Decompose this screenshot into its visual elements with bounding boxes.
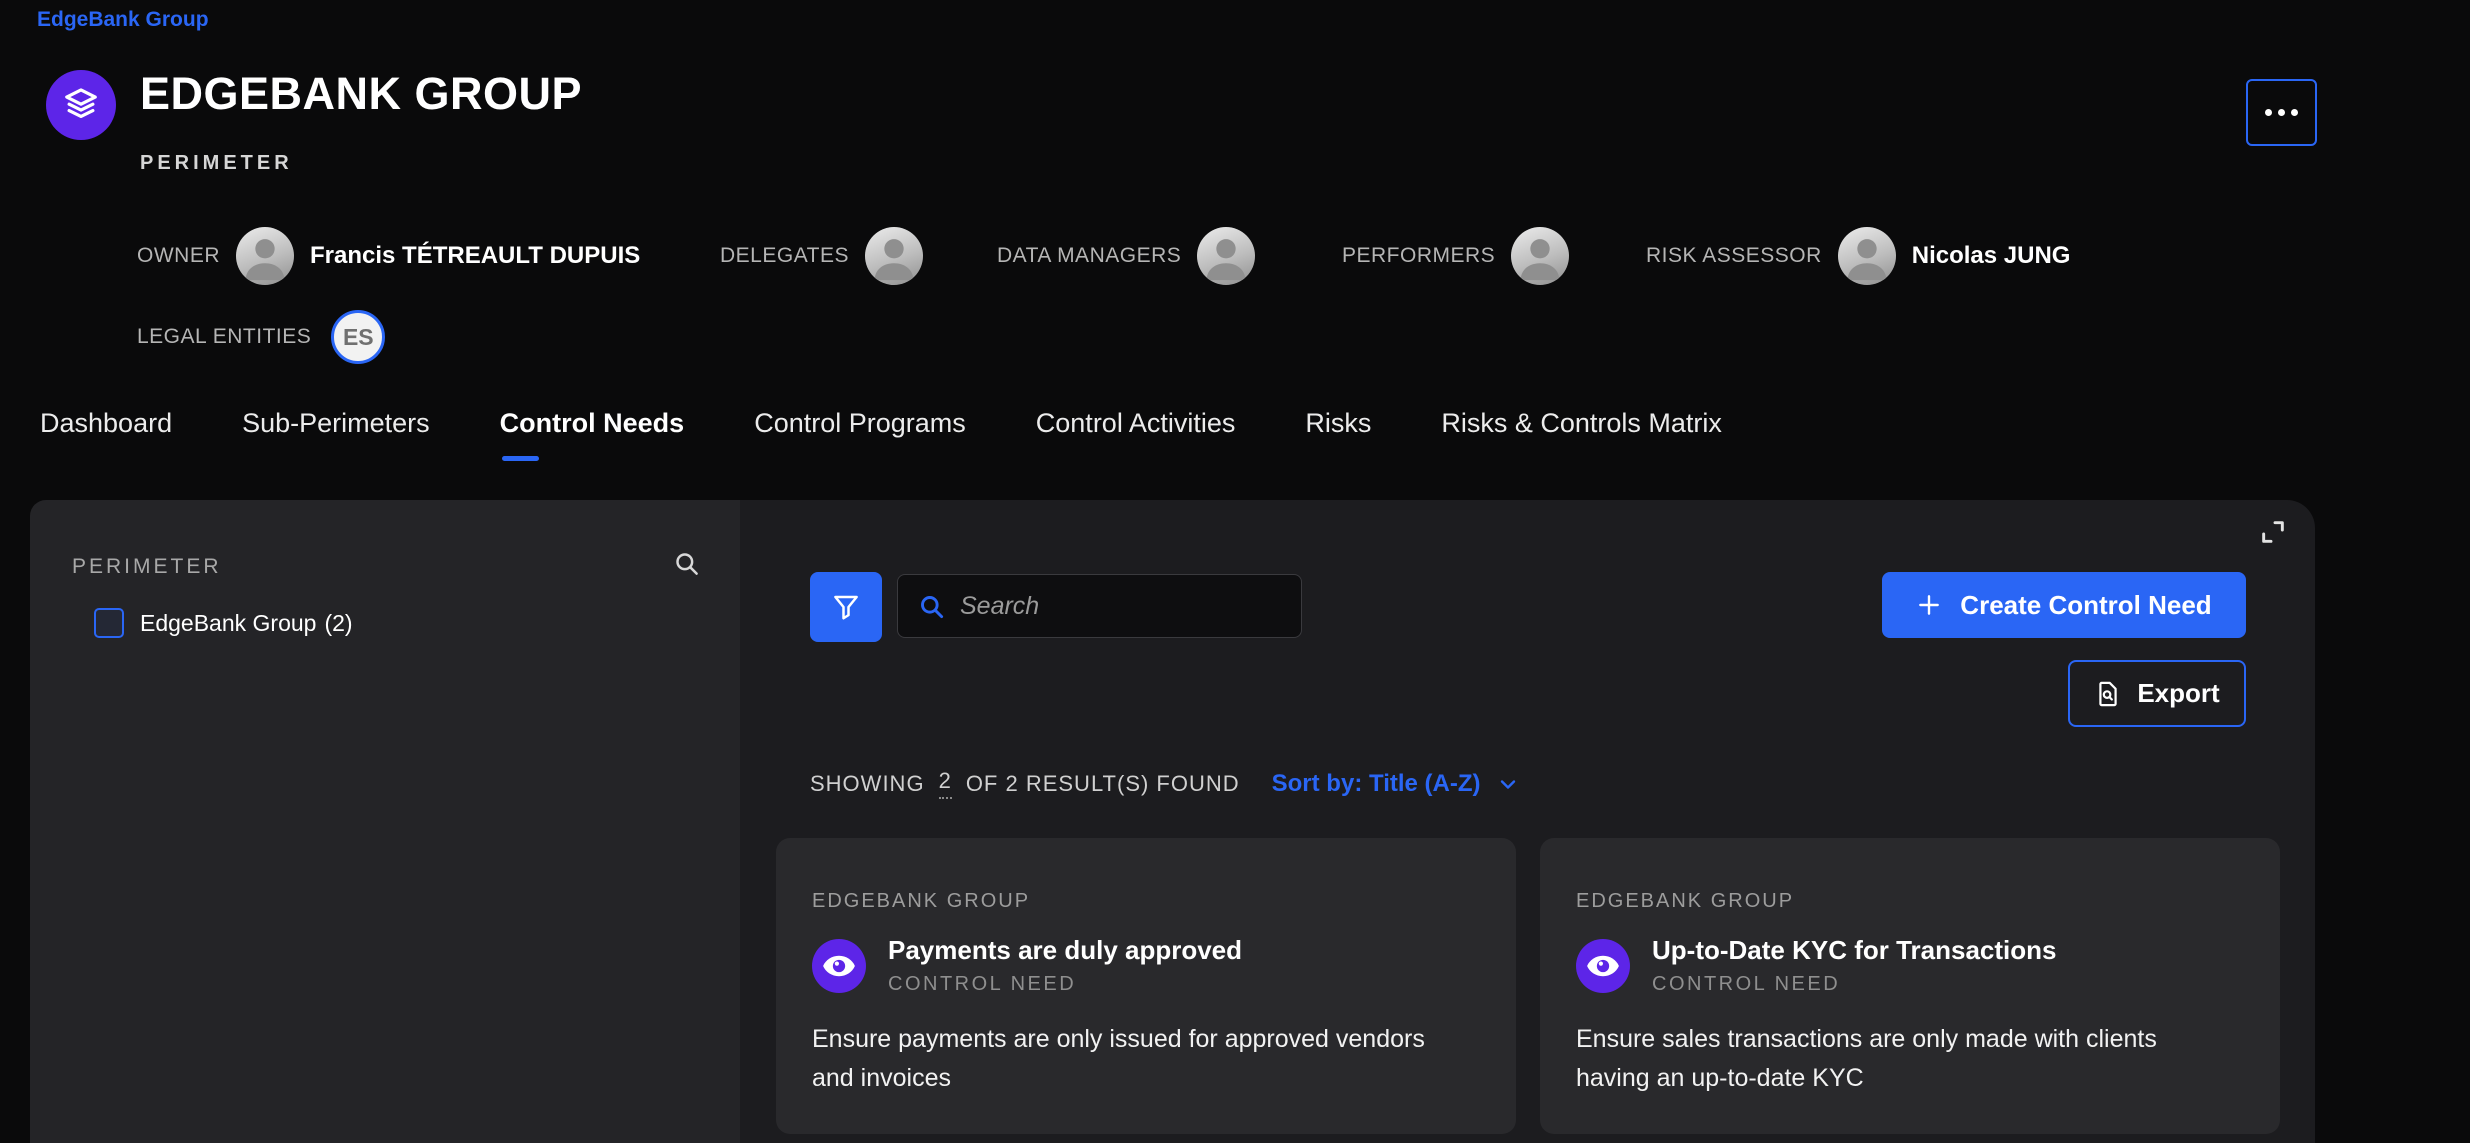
tree-item-checkbox[interactable] xyxy=(94,608,124,638)
card-description: Ensure payments are only issued for appr… xyxy=(812,1020,1467,1098)
plus-icon xyxy=(1916,592,1942,618)
role-delegates: DELEGATES xyxy=(720,226,923,286)
role-risk-assessor: RISK ASSESSOR Nicolas JUNG xyxy=(1646,226,2070,286)
ellipsis-icon xyxy=(2265,109,2298,116)
search-icon[interactable] xyxy=(673,550,700,577)
showing-suffix: OF 2 RESULT(S) FOUND xyxy=(966,771,1240,797)
card-perimeter-name: EDGEBANK GROUP xyxy=(812,890,1480,913)
search-input[interactable] xyxy=(960,592,1282,621)
card-type: CONTROL NEED xyxy=(888,973,1242,996)
results-content: Create Control Need Export SHOWING 2 OF … xyxy=(740,500,2315,1143)
role-name: Francis TÉTREAULT DUPUIS xyxy=(310,242,640,270)
control-need-icon xyxy=(812,939,866,993)
role-data-managers: DATA MANAGERS xyxy=(997,226,1255,286)
role-label: RISK ASSESSOR xyxy=(1646,244,1822,268)
card-perimeter-name: EDGEBANK GROUP xyxy=(1576,890,2244,913)
layers-icon xyxy=(62,86,100,124)
tree-item-label: EdgeBank Group(2) xyxy=(140,610,353,637)
tab-dashboard[interactable]: Dashboard xyxy=(40,408,172,461)
active-tab-indicator xyxy=(502,456,539,461)
card-title: Up-to-Date KYC for Transactions xyxy=(1652,935,2057,966)
tab-bar: Dashboard Sub-Perimeters Control Needs C… xyxy=(40,408,1722,461)
create-control-need-button[interactable]: Create Control Need xyxy=(1882,572,2246,638)
role-label: OWNER xyxy=(137,244,220,268)
results-bar: SHOWING 2 OF 2 RESULT(S) FOUND Sort by: … xyxy=(810,768,1520,799)
sidebar-title: PERIMETER xyxy=(72,555,222,579)
showing-prefix: SHOWING xyxy=(810,771,925,797)
funnel-icon xyxy=(831,592,861,622)
tree-item-edgebank-group[interactable]: EdgeBank Group(2) xyxy=(94,608,353,638)
more-actions-button[interactable] xyxy=(2246,79,2317,146)
showing-count[interactable]: 2 xyxy=(939,768,952,799)
legal-entities-row: LEGAL ENTITIES ES xyxy=(137,306,385,368)
tab-control-needs[interactable]: Control Needs xyxy=(500,408,685,461)
control-needs-panel: PERIMETER EdgeBank Group(2) xyxy=(30,500,2315,1143)
search-icon xyxy=(918,593,945,620)
search-box xyxy=(897,574,1302,638)
page-subtitle: PERIMETER xyxy=(140,152,293,175)
avatar xyxy=(1197,227,1255,285)
perimeter-logo xyxy=(46,70,116,140)
tree-item-count: (2) xyxy=(324,610,352,636)
tab-risks-controls-matrix[interactable]: Risks & Controls Matrix xyxy=(1441,408,1722,461)
export-button[interactable]: Export xyxy=(2068,660,2246,727)
perimeter-tree-sidebar: PERIMETER EdgeBank Group(2) xyxy=(30,500,740,1143)
role-owner: OWNER Francis TÉTREAULT DUPUIS xyxy=(137,226,640,286)
avatar xyxy=(1511,227,1569,285)
legal-entities-label: LEGAL ENTITIES xyxy=(137,325,311,349)
tab-control-programs[interactable]: Control Programs xyxy=(754,408,966,461)
filter-button[interactable] xyxy=(810,572,882,642)
document-search-icon xyxy=(2094,680,2122,708)
avatar xyxy=(236,227,294,285)
role-performers: PERFORMERS xyxy=(1342,226,1569,286)
card-description: Ensure sales transactions are only made … xyxy=(1576,1020,2231,1098)
control-need-card[interactable]: EDGEBANK GROUP Up-to-Date KYC for Transa… xyxy=(1540,838,2280,1134)
tab-risks[interactable]: Risks xyxy=(1305,408,1371,461)
avatar xyxy=(1838,227,1896,285)
card-type: CONTROL NEED xyxy=(1652,973,2057,996)
page-title: EDGEBANK GROUP xyxy=(140,68,582,120)
tab-sub-perimeters[interactable]: Sub-Perimeters xyxy=(242,408,430,461)
chevron-down-icon xyxy=(1496,772,1520,796)
role-label: PERFORMERS xyxy=(1342,244,1495,268)
legal-entity-badge[interactable]: ES xyxy=(331,310,385,364)
control-need-card[interactable]: EDGEBANK GROUP Payments are duly approve… xyxy=(776,838,1516,1134)
role-label: DATA MANAGERS xyxy=(997,244,1181,268)
control-need-cards: EDGEBANK GROUP Payments are duly approve… xyxy=(776,838,2280,1134)
tab-control-activities[interactable]: Control Activities xyxy=(1036,408,1236,461)
avatar xyxy=(865,227,923,285)
role-name: Nicolas JUNG xyxy=(1912,242,2071,270)
card-title: Payments are duly approved xyxy=(888,935,1242,966)
role-label: DELEGATES xyxy=(720,244,849,268)
expand-icon[interactable] xyxy=(2257,516,2289,548)
breadcrumb[interactable]: EdgeBank Group xyxy=(37,8,209,32)
sort-by-dropdown[interactable]: Sort by: Title (A-Z) xyxy=(1272,770,1520,798)
control-need-icon xyxy=(1576,939,1630,993)
